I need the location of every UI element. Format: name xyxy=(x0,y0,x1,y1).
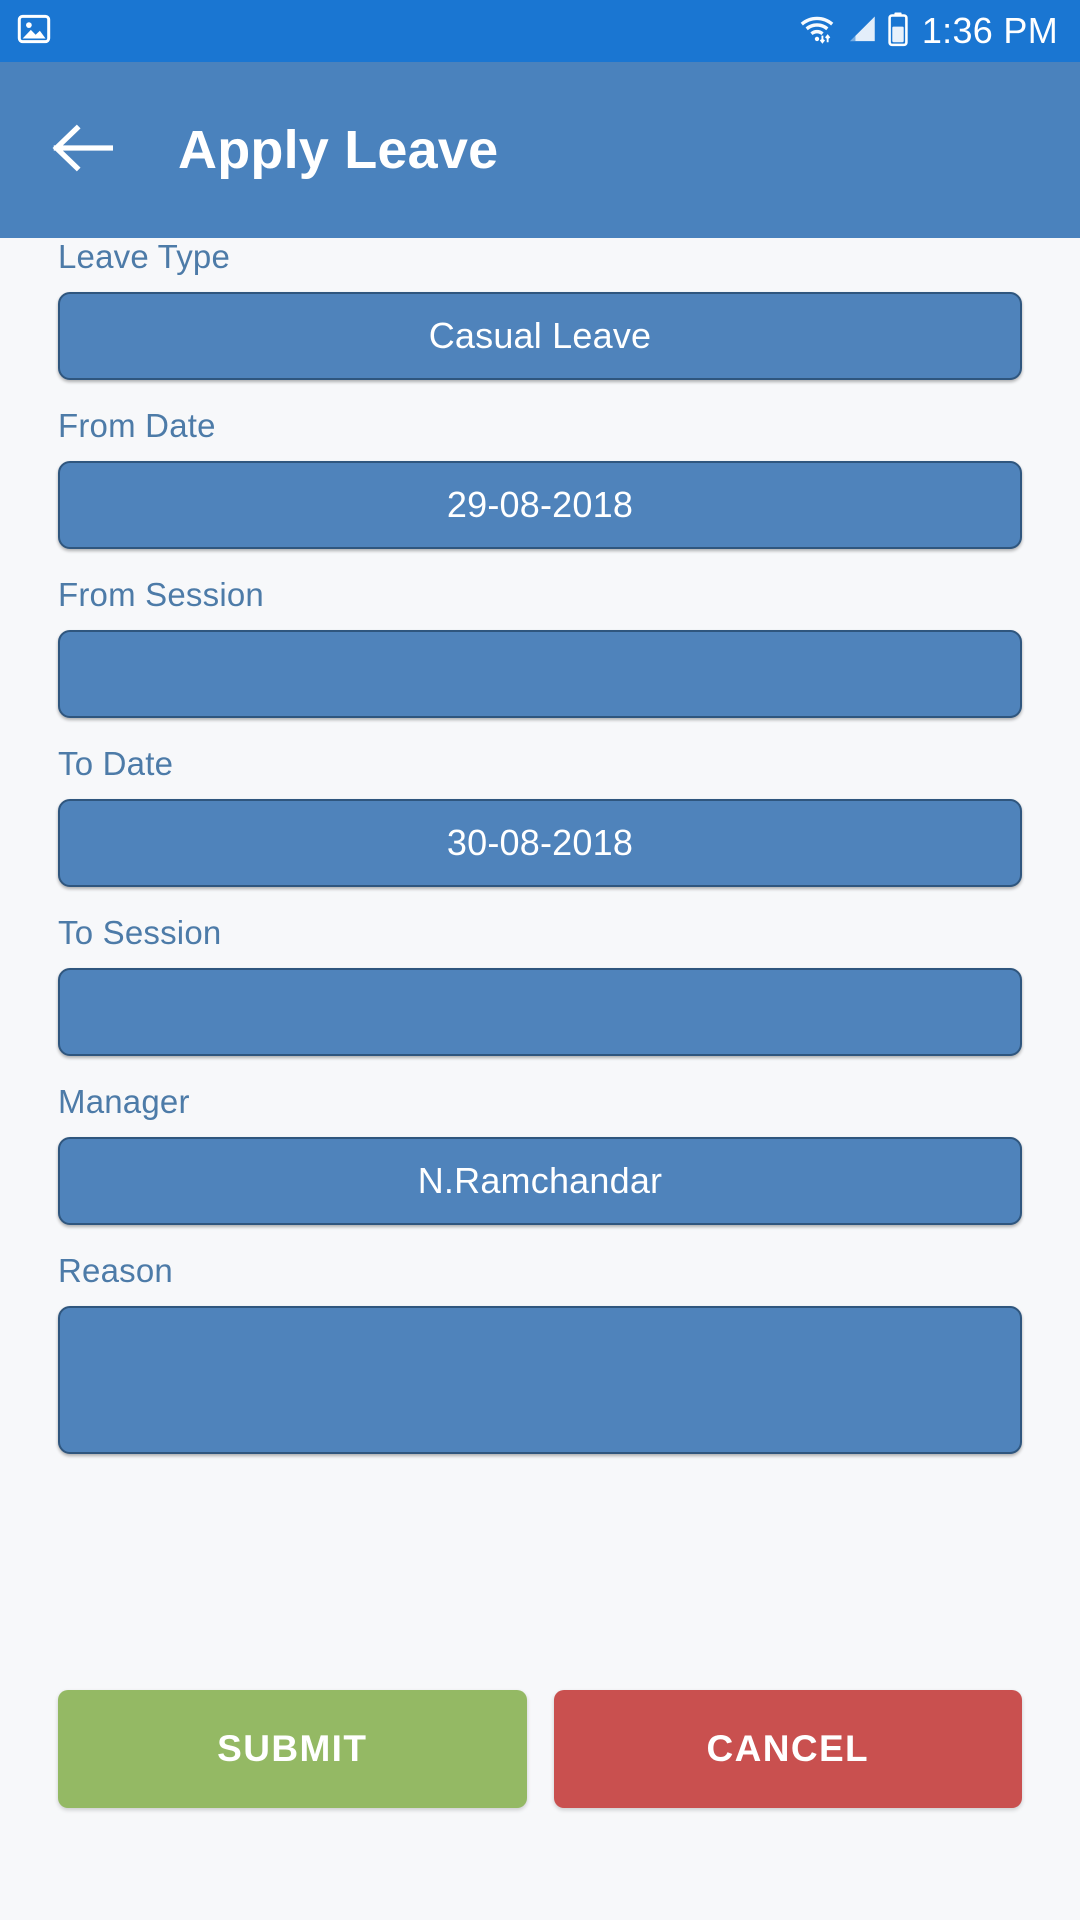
field-group-to-session: To Session xyxy=(58,914,1022,1056)
back-button[interactable] xyxy=(50,117,116,183)
cancel-button-label: CANCEL xyxy=(706,1728,870,1769)
field-label-manager: Manager xyxy=(58,1083,190,1120)
field-input-leave-type[interactable]: Casual Leave xyxy=(58,292,1022,380)
field-group-from-date: From Date 29-08-2018 xyxy=(58,407,1022,549)
field-input-manager[interactable]: N.Ramchandar xyxy=(58,1137,1022,1225)
status-bar-clock: 1:36 PM xyxy=(921,10,1058,51)
field-input-to-date[interactable]: 30-08-2018 xyxy=(58,799,1022,887)
cancel-button[interactable]: CANCEL xyxy=(553,1690,1022,1808)
field-label-leave-type: Leave Type xyxy=(58,238,231,275)
submit-button[interactable]: SUBMIT xyxy=(58,1690,527,1808)
arrow-left-icon xyxy=(52,123,114,178)
field-group-manager: Manager N.Ramchandar xyxy=(58,1083,1022,1225)
status-bar-notifications xyxy=(16,11,52,52)
submit-button-label: SUBMIT xyxy=(217,1728,368,1769)
field-group-to-date: To Date 30-08-2018 xyxy=(58,745,1022,887)
field-value-from-date: 29-08-2018 xyxy=(446,484,634,525)
wifi-icon xyxy=(797,11,837,52)
status-bar-indicators: 1:36 PM xyxy=(797,11,1058,52)
cellular-signal-icon xyxy=(846,12,878,51)
page-title: Apply Leave xyxy=(178,120,499,180)
field-value-to-date: 30-08-2018 xyxy=(446,822,634,863)
field-value-manager: N.Ramchandar xyxy=(417,1160,663,1201)
image-icon xyxy=(16,11,52,52)
form-action-row: SUBMIT CANCEL xyxy=(58,1690,1022,1808)
field-label-from-date: From Date xyxy=(58,407,216,444)
app-bar: Apply Leave xyxy=(0,62,1080,238)
field-input-from-session[interactable] xyxy=(58,630,1022,718)
battery-icon xyxy=(887,11,909,52)
field-input-reason[interactable] xyxy=(58,1306,1022,1454)
field-label-reason: Reason xyxy=(58,1252,173,1289)
apply-leave-form: Leave Type Casual Leave From Date 29-08-… xyxy=(0,238,1080,1920)
field-label-from-session: From Session xyxy=(58,576,264,613)
field-label-to-session: To Session xyxy=(58,914,222,951)
field-group-reason: Reason xyxy=(58,1252,1022,1454)
field-group-leave-type: Leave Type Casual Leave xyxy=(58,238,1022,380)
field-group-from-session: From Session xyxy=(58,576,1022,718)
field-input-to-session[interactable] xyxy=(58,968,1022,1056)
field-input-from-date[interactable]: 29-08-2018 xyxy=(58,461,1022,549)
app-screen: 1:36 PM Apply Leave Leave Type Casual Le… xyxy=(0,0,1080,1920)
field-value-leave-type: Casual Leave xyxy=(428,315,652,356)
field-label-to-date: To Date xyxy=(58,745,174,782)
status-bar: 1:36 PM xyxy=(0,0,1080,62)
